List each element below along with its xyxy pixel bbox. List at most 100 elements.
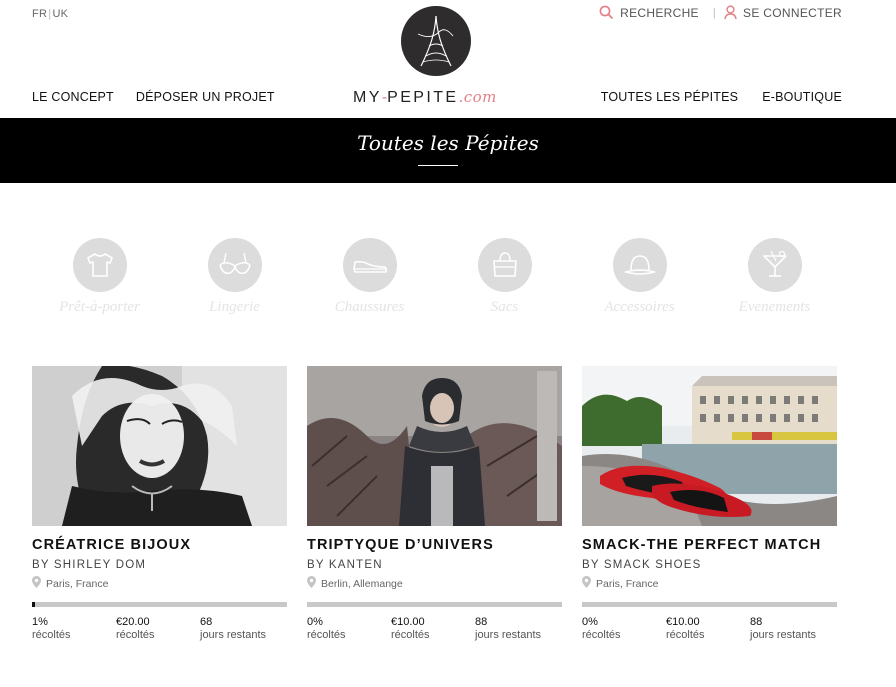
location-text: Paris, France <box>46 577 109 590</box>
project-location: Paris, France <box>32 576 287 591</box>
stat-label: récoltés <box>582 629 621 641</box>
category-sacs[interactable]: Sacs <box>437 238 572 316</box>
project-card[interactable]: CRÉATRICE BIJOUX BY SHIRLEY DOM Paris, F… <box>32 366 287 641</box>
project-location: Berlin, Allemange <box>307 576 562 591</box>
shoe-icon <box>342 238 397 292</box>
category-lingerie[interactable]: Lingerie <box>167 238 302 316</box>
stat-label: récoltés <box>307 629 346 641</box>
project-title[interactable]: TRIPTYQUE D’UNIVERS <box>307 537 562 553</box>
category-label: Lingerie <box>209 299 260 315</box>
tshirt-icon <box>72 238 127 292</box>
lang-fr-link[interactable]: FR <box>32 8 47 20</box>
stat-amount: €10.00 récoltés <box>391 616 475 641</box>
stat-value: 68 <box>200 616 213 628</box>
stat-value: 88 <box>750 616 763 628</box>
user-icon <box>724 5 737 20</box>
lang-uk-link[interactable]: UK <box>52 8 68 20</box>
project-card[interactable]: SMACK-THE PERFECT MATCH BY SMACK SHOES P… <box>582 366 837 641</box>
category-label: Accessoires <box>604 299 675 315</box>
stat-percent: 0% récoltés <box>307 616 391 641</box>
stat-value: €10.00 <box>666 616 700 628</box>
lang-separator: | <box>48 8 52 20</box>
category-filter: Prêt-à-porter Lingerie Chaussures Sacs A… <box>32 238 844 316</box>
stat-value: €10.00 <box>391 616 425 628</box>
project-stats: 0% récoltés €10.00 récoltés 88 jours restan… <box>307 616 562 641</box>
project-photo-red-shoes-canal[interactable] <box>582 366 837 526</box>
page-banner: Toutes les Pépites <box>0 118 896 183</box>
funding-progress-bar <box>582 602 837 607</box>
stat-percent: 0% récoltés <box>582 616 666 641</box>
search-icon <box>599 5 614 20</box>
main-nav-left: LE CONCEPT DÉPOSER UN PROJET <box>32 90 275 104</box>
progress-fill <box>32 602 35 607</box>
cocktail-icon <box>747 238 802 292</box>
login-link[interactable]: SE CONNECTER <box>724 5 842 20</box>
category-pret-a-porter[interactable]: Prêt-à-porter <box>32 238 167 316</box>
map-pin-icon <box>582 576 591 591</box>
login-label: SE CONNECTER <box>743 5 842 20</box>
project-photo-jewelry-model[interactable] <box>32 366 287 526</box>
category-accessoires[interactable]: Accessoires <box>572 238 707 316</box>
nav-e-boutique[interactable]: E-BOUTIQUE <box>762 90 842 104</box>
category-chaussures[interactable]: Chaussures <box>302 238 437 316</box>
site-logo[interactable]: MY-PEPITE.com <box>353 6 519 106</box>
stat-days: 88 jours restants <box>750 616 834 641</box>
stat-value: 1% <box>32 616 48 628</box>
page-title: Toutes les Pépites <box>357 131 539 155</box>
stat-label: récoltés <box>32 629 71 641</box>
project-title[interactable]: CRÉATRICE BIJOUX <box>32 537 287 553</box>
project-author: BY KANTEN <box>307 559 383 571</box>
utility-links: RECHERCHE | SE CONNECTER <box>599 5 842 20</box>
project-stats: 1% récoltés €20.00 récoltés 68 jours restan… <box>32 616 287 641</box>
project-stats: 0% récoltés €10.00 récoltés 88 jours restan… <box>582 616 837 641</box>
eiffel-tower-logo-icon <box>401 6 471 76</box>
nav-concept[interactable]: LE CONCEPT <box>32 90 114 104</box>
category-label: Prêt-à-porter <box>59 299 140 315</box>
nav-deposer-projet[interactable]: DÉPOSER UN PROJET <box>136 90 275 104</box>
category-label: Evenements <box>738 299 811 315</box>
bag-icon <box>477 238 532 292</box>
project-photo-man-in-scarf[interactable] <box>307 366 562 526</box>
search-label: RECHERCHE <box>620 5 699 20</box>
funding-progress-bar <box>307 602 562 607</box>
search-link[interactable]: RECHERCHE <box>599 5 699 20</box>
stat-value: 88 <box>475 616 488 628</box>
stat-label: jours restants <box>200 629 267 641</box>
category-label: Chaussures <box>334 299 405 315</box>
stat-days: 88 jours restants <box>475 616 559 641</box>
stat-value: 0% <box>307 616 323 628</box>
logo-rest: PEPITE <box>387 89 459 106</box>
stat-amount: €20.00 récoltés <box>116 616 200 641</box>
bra-icon <box>207 238 262 292</box>
location-text: Berlin, Allemange <box>321 577 403 590</box>
funding-progress-bar <box>32 602 287 607</box>
stat-label: jours restants <box>750 629 817 641</box>
category-evenements[interactable]: Evenements <box>707 238 842 316</box>
project-title[interactable]: SMACK-THE PERFECT MATCH <box>582 537 837 553</box>
stat-label: récoltés <box>666 629 705 641</box>
logo-main: MY <box>353 89 382 106</box>
stat-amount: €10.00 récoltés <box>666 616 750 641</box>
logo-com: .com <box>458 88 497 106</box>
map-pin-icon <box>32 576 41 591</box>
logo-wordmark: MY-PEPITE.com <box>353 88 497 107</box>
map-pin-icon <box>307 576 316 591</box>
category-label: Sacs <box>490 299 519 315</box>
title-underline <box>418 165 458 166</box>
stat-label: récoltés <box>116 629 155 641</box>
project-author: BY SMACK SHOES <box>582 559 702 571</box>
stat-label: récoltés <box>391 629 430 641</box>
stat-percent: 1% récoltés <box>32 616 116 641</box>
language-switcher: FR|UK <box>32 8 68 20</box>
stat-days: 68 jours restants <box>200 616 284 641</box>
hat-icon <box>612 238 667 292</box>
project-author: BY SHIRLEY DOM <box>32 559 147 571</box>
stat-label: jours restants <box>475 629 542 641</box>
location-text: Paris, France <box>596 577 659 590</box>
stat-value: €20.00 <box>116 616 150 628</box>
nav-toutes-pepites[interactable]: TOUTES LES PÉPITES <box>601 90 738 104</box>
project-card[interactable]: TRIPTYQUE D’UNIVERS BY KANTEN Berlin, Al… <box>307 366 562 641</box>
main-nav-right: TOUTES LES PÉPITES E-BOUTIQUE <box>601 90 842 104</box>
project-location: Paris, France <box>582 576 837 591</box>
stat-value: 0% <box>582 616 598 628</box>
